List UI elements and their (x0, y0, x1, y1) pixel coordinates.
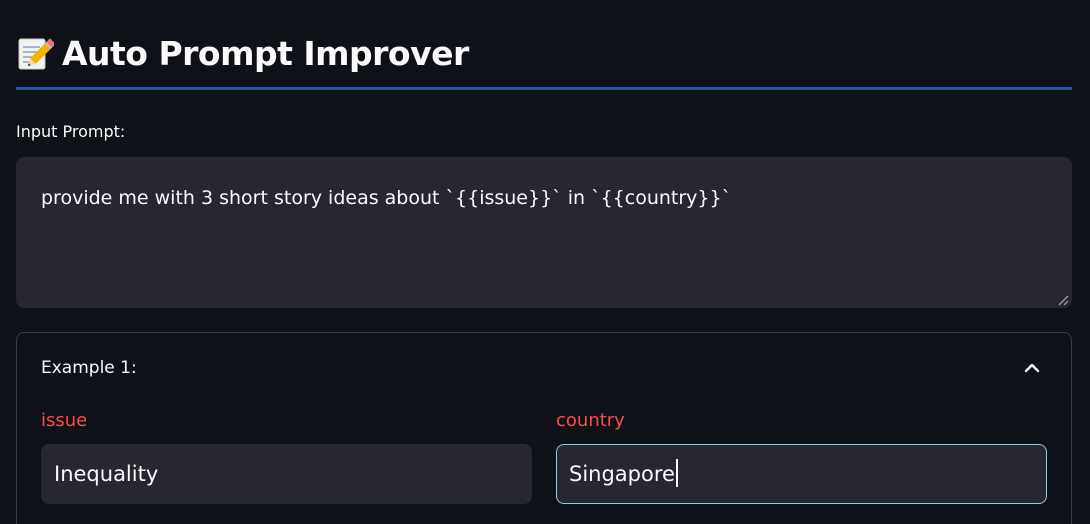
issue-input[interactable]: Inequality (41, 444, 532, 504)
memo-icon (16, 34, 56, 72)
app-root: Auto Prompt Improver Input Prompt: provi… (0, 0, 1090, 524)
resize-handle-icon[interactable] (1056, 292, 1070, 306)
issue-field-label: issue (41, 410, 88, 431)
example-expander-title: Example 1: (41, 358, 137, 378)
header-divider (16, 87, 1072, 90)
example-expander: Example 1: issue Inequality country Sing… (16, 332, 1072, 524)
input-prompt-text: provide me with 3 short story ideas abou… (41, 187, 732, 209)
input-prompt-textarea[interactable]: provide me with 3 short story ideas abou… (16, 157, 1072, 308)
page-title: Auto Prompt Improver (62, 33, 469, 73)
example-expander-header[interactable]: Example 1: (17, 333, 1071, 403)
text-caret (675, 459, 678, 487)
input-prompt-label: Input Prompt: (16, 122, 126, 141)
country-field-label: country (556, 410, 625, 431)
page-header: Auto Prompt Improver (16, 26, 469, 80)
country-input-value: Singapore (569, 462, 675, 486)
issue-input-value: Inequality (54, 462, 159, 486)
country-input[interactable]: Singapore (556, 444, 1047, 504)
chevron-up-icon[interactable] (1023, 359, 1041, 373)
